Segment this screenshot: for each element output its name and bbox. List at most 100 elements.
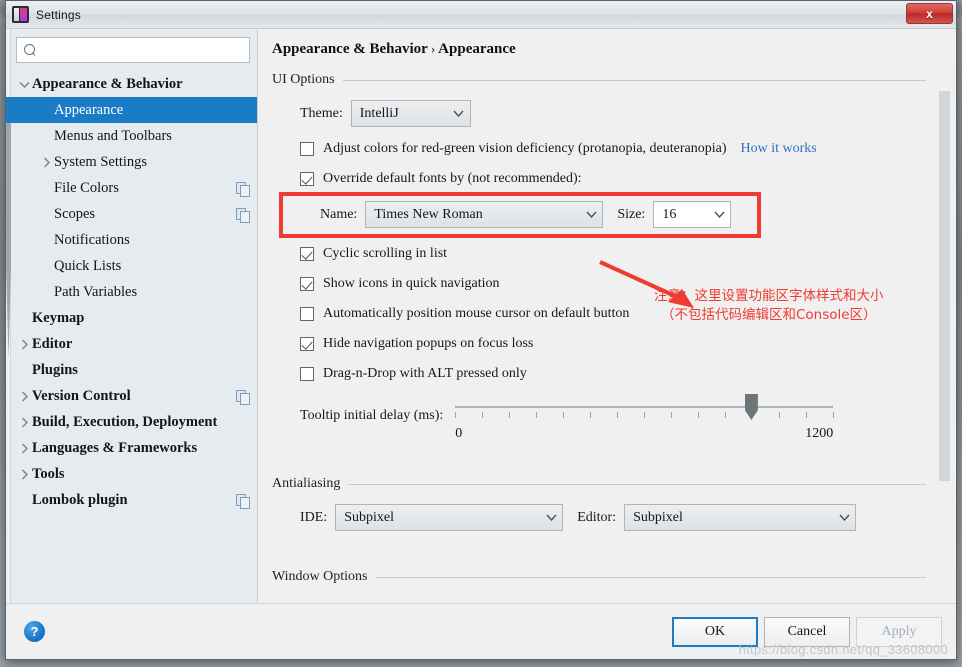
sidebar-item-tools[interactable]: Tools <box>6 461 257 487</box>
option-label: Drag-n-Drop with ALT pressed only <box>323 366 527 381</box>
breadcrumb-leaf: Appearance <box>438 41 516 57</box>
override-fonts-row: Override default fonts by (not recommend… <box>300 171 926 187</box>
font-name-value: Times New Roman <box>374 206 483 222</box>
group-divider <box>375 576 926 578</box>
chevron-right-icon[interactable] <box>16 442 32 454</box>
annotation-line-1: 注意：这里设置功能区字体样式和大小 <box>654 288 884 304</box>
option-label: Hide navigation popups on focus loss <box>323 336 534 351</box>
copy-icon[interactable] <box>236 207 250 223</box>
sidebar-item-languages-frameworks[interactable]: Languages & Frameworks <box>6 435 257 461</box>
font-size-label: Size: <box>617 206 646 222</box>
chevron-right-icon[interactable] <box>38 156 54 168</box>
copy-icon[interactable] <box>236 181 250 197</box>
sidebar-item-system-settings[interactable]: System Settings <box>6 149 257 175</box>
sidebar-item-path-variables[interactable]: Path Variables <box>6 279 257 305</box>
sidebar-item-label: Languages & Frameworks <box>32 439 198 456</box>
adjust-colors-checkbox[interactable] <box>300 142 314 156</box>
sidebar-item-plugins[interactable]: Plugins <box>6 357 257 383</box>
option-row: Cyclic scrolling in list <box>300 246 926 262</box>
settings-window: Settings x Appearance & Behavior Appearan… <box>5 0 957 660</box>
chevron-right-icon[interactable] <box>16 390 32 402</box>
editor-antialiasing-combo[interactable]: Subpixel <box>624 504 857 531</box>
search-input[interactable] <box>41 41 243 59</box>
theme-combo[interactable]: IntelliJ <box>350 100 471 127</box>
group-title-antialiasing: Antialiasing <box>272 476 341 491</box>
ide-antialiasing-label: IDE: <box>300 509 328 525</box>
sidebar-item-label: Quick Lists <box>54 257 122 274</box>
sidebar-item-notifications[interactable]: Notifications <box>6 227 257 253</box>
sidebar-item-label: Tools <box>32 465 65 482</box>
how-it-works-link[interactable]: How it works <box>741 141 817 157</box>
sidebar-item-label: Lombok plugin <box>32 491 128 508</box>
editor-antialiasing-value: Subpixel <box>633 509 683 525</box>
sidebar-item-editor[interactable]: Editor <box>6 331 257 357</box>
chevron-right-icon[interactable] <box>16 338 32 350</box>
sidebar-item-label: Path Variables <box>54 283 138 300</box>
group-title-window-options: Window Options <box>272 569 368 584</box>
sidebar-item-keymap[interactable]: Keymap <box>6 305 257 331</box>
ide-antialiasing-combo[interactable]: Subpixel <box>335 504 564 531</box>
sidebar-item-quick-lists[interactable]: Quick Lists <box>6 253 257 279</box>
chevron-right-icon[interactable] <box>16 416 32 428</box>
breadcrumb-separator: › <box>430 41 436 56</box>
checkbox-automatically-position-mouse-cursor-on-default-button[interactable] <box>300 307 314 321</box>
sidebar-item-label: System Settings <box>54 153 148 170</box>
font-name-combo[interactable]: Times New Roman <box>365 201 604 228</box>
copy-icon[interactable] <box>236 493 250 509</box>
checkbox-hide-navigation-popups-on-focus-loss[interactable] <box>300 337 314 351</box>
option-row: Hide navigation popups on focus loss <box>300 336 926 352</box>
annotation-text: 注意：这里设置功能区字体样式和大小 （不包括代码编辑区和Console区） <box>654 287 884 325</box>
override-fonts-checkbox[interactable] <box>300 172 314 186</box>
search-box[interactable] <box>16 37 250 63</box>
font-size-combo[interactable]: 16 <box>653 201 732 228</box>
chevron-down-icon[interactable] <box>16 81 32 88</box>
group-antialiasing: Antialiasing <box>272 476 926 492</box>
tooltip-delay-row: Tooltip initial delay (ms): 0 1200 <box>300 394 926 441</box>
font-name-label: Name: <box>320 206 358 222</box>
search-icon <box>23 43 37 57</box>
group-divider <box>348 483 926 485</box>
sidebar-item-appearance-behavior[interactable]: Appearance & Behavior <box>6 71 257 97</box>
group-divider <box>342 79 926 81</box>
option-label: Show icons in quick navigation <box>323 276 500 291</box>
sidebar-item-label: Notifications <box>54 231 130 248</box>
copy-icon[interactable] <box>236 389 250 405</box>
sidebar-item-label: Menus and Toolbars <box>54 127 172 144</box>
sidebar-item-menus-and-toolbars[interactable]: Menus and Toolbars <box>6 123 257 149</box>
sidebar-item-label: File Colors <box>54 179 119 196</box>
options-scroll-area: UI Options Theme: IntelliJ Adjust colors… <box>258 72 956 585</box>
breadcrumb-root[interactable]: Appearance & Behavior <box>272 41 428 57</box>
checkbox-drag-n-drop-with-alt-pressed-only[interactable] <box>300 367 314 381</box>
content-scrollbar[interactable] <box>939 53 950 593</box>
dialog-footer: ? OK Cancel Apply https://blog.csdn.net/… <box>6 603 956 659</box>
font-row: Name: Times New Roman Size: 16 <box>300 201 926 228</box>
title-bar: Settings x <box>6 1 956 29</box>
override-fonts-label: Override default fonts by (not recommend… <box>323 171 582 186</box>
content-scrollbar-thumb[interactable] <box>939 91 950 481</box>
sidebar-item-lombok-plugin[interactable]: Lombok plugin <box>6 487 257 513</box>
group-ui-options: UI Options <box>272 72 926 88</box>
close-icon[interactable]: x <box>906 3 953 24</box>
settings-sidebar: Appearance & Behavior Appearance Menus and… <box>6 29 258 603</box>
sidebar-item-label: Scopes <box>54 205 96 222</box>
tooltip-delay-label: Tooltip initial delay (ms): <box>300 408 444 423</box>
sidebar-item-appearance[interactable]: Appearance <box>6 97 257 123</box>
annotation-line-2: （不包括代码编辑区和Console区） <box>660 307 877 323</box>
slider-ticks <box>455 412 835 419</box>
sidebar-item-build-execution-deployment[interactable]: Build, Execution, Deployment <box>6 409 257 435</box>
watermark: https://blog.csdn.net/qq_33608000 <box>738 642 948 657</box>
search-container <box>6 29 257 69</box>
theme-value: IntelliJ <box>359 105 399 121</box>
sidebar-item-file-colors[interactable]: File Colors <box>6 175 257 201</box>
sidebar-item-version-control[interactable]: Version Control <box>6 383 257 409</box>
checkbox-cyclic-scrolling-in-list[interactable] <box>300 247 314 261</box>
editor-antialiasing-label: Editor: <box>577 509 617 525</box>
sidebar-item-scopes[interactable]: Scopes <box>6 201 257 227</box>
checkbox-show-icons-in-quick-navigation[interactable] <box>300 277 314 291</box>
chevron-right-icon[interactable] <box>16 468 32 480</box>
theme-row: Theme: IntelliJ <box>300 100 926 127</box>
chevron-down-icon <box>544 514 558 521</box>
adjust-colors-row: Adjust colors for red-green vision defic… <box>300 141 926 157</box>
chevron-down-icon <box>837 514 851 521</box>
help-icon[interactable]: ? <box>24 621 45 642</box>
